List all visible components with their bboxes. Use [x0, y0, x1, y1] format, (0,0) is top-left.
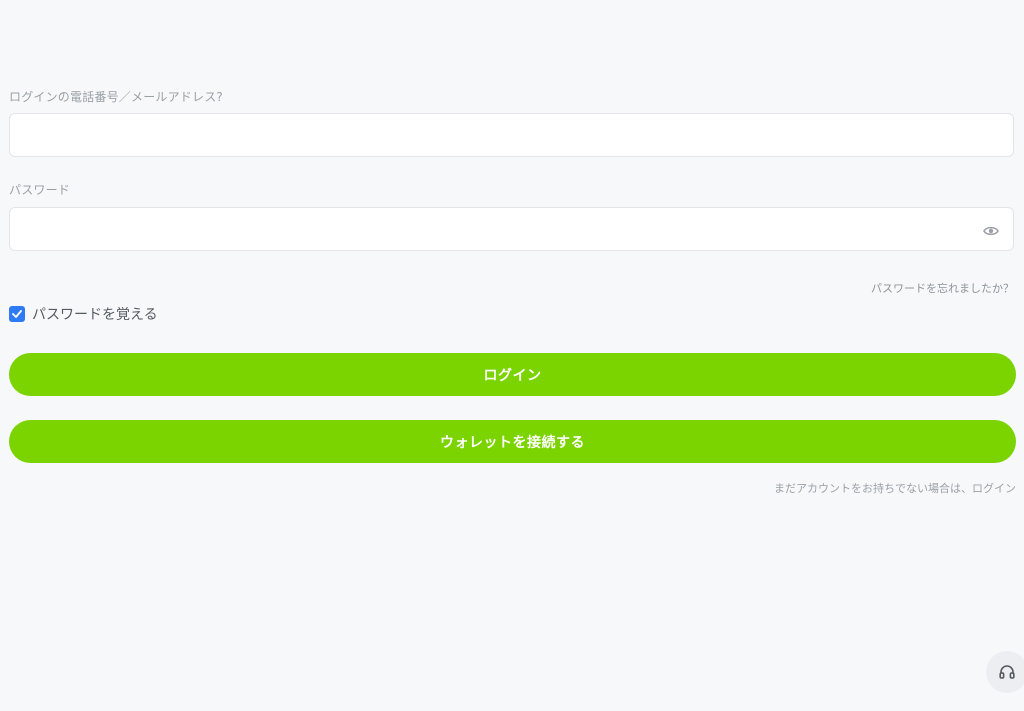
password-label: パスワード: [9, 183, 71, 197]
signup-login-link[interactable]: ログイン: [972, 482, 1016, 495]
signup-prompt: まだアカウントをお持ちでない場合は、ログイン: [774, 480, 1016, 496]
password-input[interactable]: [10, 208, 1013, 250]
login-page: ログインの電話番号／メールアドレス? パスワード パスワードを忘れましたか？ パ…: [0, 0, 1024, 711]
check-icon: [12, 310, 22, 318]
connect-wallet-button[interactable]: ウォレットを接続する: [9, 420, 1016, 463]
eye-icon[interactable]: [983, 223, 999, 237]
support-button[interactable]: [986, 651, 1024, 693]
signup-prompt-text: まだアカウントをお持ちでない場合は、: [774, 482, 972, 495]
password-field-wrapper: [9, 207, 1014, 251]
remember-password-toggle[interactable]: パスワードを覚える: [9, 304, 158, 324]
account-field-wrapper: [9, 113, 1014, 157]
login-button[interactable]: ログイン: [9, 353, 1016, 396]
account-input[interactable]: [10, 114, 1013, 156]
account-label: ログインの電話番号／メールアドレス?: [9, 90, 223, 104]
forgot-password-link[interactable]: パスワードを忘れましたか？: [871, 280, 1014, 296]
headset-icon: [999, 665, 1015, 679]
remember-checkbox[interactable]: [9, 306, 25, 322]
remember-password-label: パスワードを覚える: [32, 307, 158, 323]
